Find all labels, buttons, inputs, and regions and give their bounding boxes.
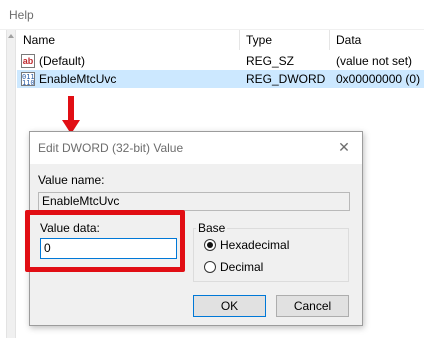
scroll-up-arrow-icon[interactable] [8,34,14,38]
annotation-arrow-shaft [68,96,74,122]
annotation-highlight-box [25,210,185,272]
column-header-name[interactable]: Name [17,30,240,50]
value-name: (Default) [39,54,86,68]
binary-value-icon: 011 110 [21,72,35,87]
column-header-type[interactable]: Type [240,30,330,50]
radio-label: Decimal [220,260,264,274]
dialog-titlebar[interactable]: Edit DWORD (32-bit) Value ✕ [30,132,362,164]
list-item-enablemtcuvc[interactable]: 011 110 EnableMtcUvc REG_DWORD 0x00000000… [17,70,424,88]
radio-selected-icon[interactable] [204,239,216,251]
value-name-field: EnableMtcUvc [38,192,350,211]
value-type: REG_SZ [246,54,295,68]
menu-bar: Help [0,0,424,30]
value-name-label: Value name: [38,173,105,187]
dialog-title: Edit DWORD (32-bit) Value [38,141,184,155]
string-value-icon: ab [21,54,35,68]
tree-scrollbar[interactable] [6,30,16,338]
column-header-data[interactable]: Data [330,30,424,50]
value-data: 0x00000000 (0) [336,72,421,86]
value-data: (value not set) [336,54,413,68]
radio-label: Hexadecimal [220,238,290,252]
cancel-button[interactable]: Cancel [276,295,349,317]
value-type: REG_DWORD [246,72,326,86]
ok-button[interactable]: OK [193,295,266,317]
menu-help[interactable]: Help [9,8,34,22]
radio-unselected-icon[interactable] [204,261,216,273]
close-icon[interactable]: ✕ [336,139,352,155]
list-header: Name Type Data [17,30,424,50]
list-item-default[interactable]: ab (Default) REG_SZ (value not set) [17,52,424,70]
value-name: EnableMtcUvc [39,72,117,86]
base-group-label: Base [196,221,228,235]
